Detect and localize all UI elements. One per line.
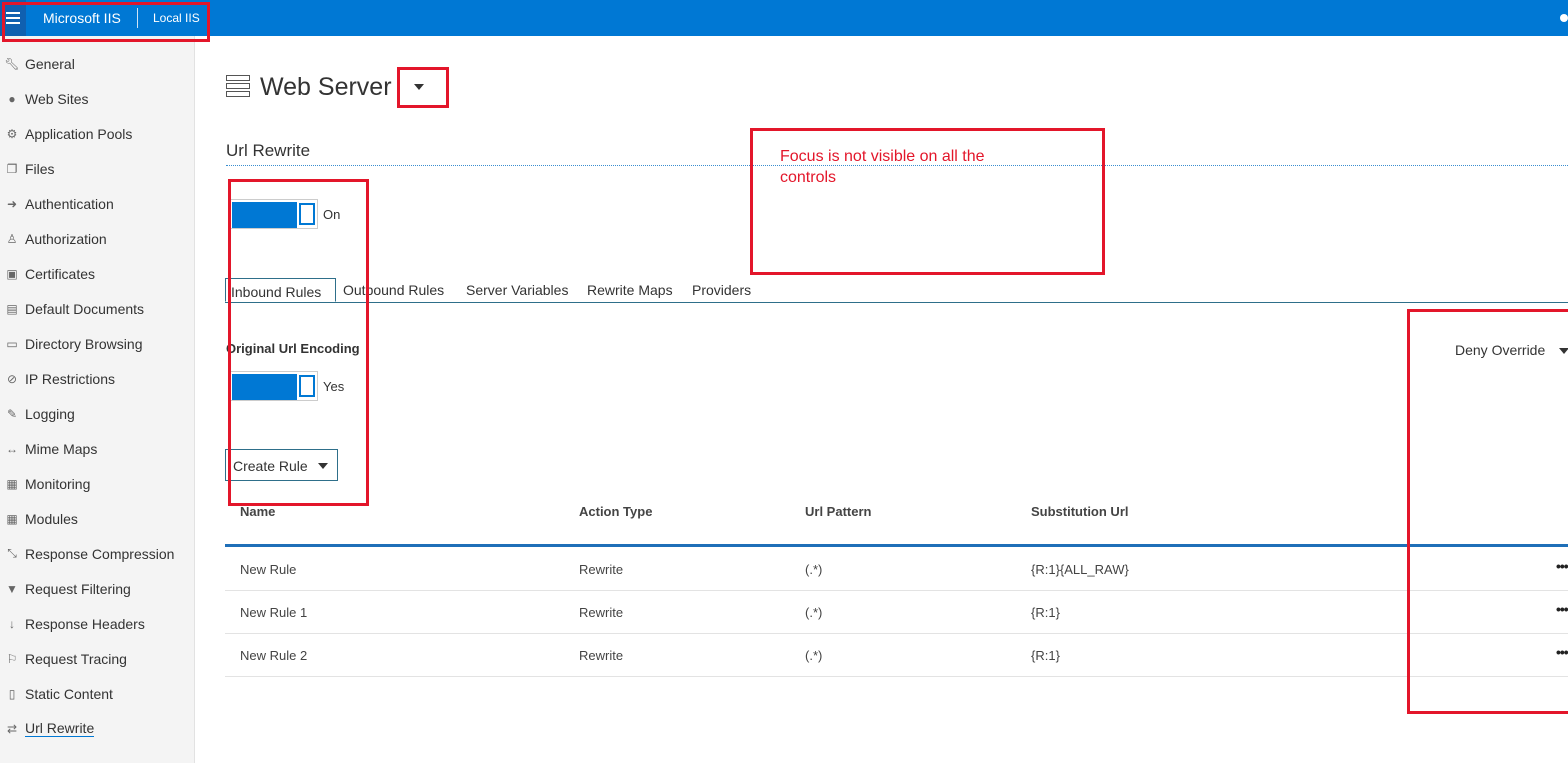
sign-in-icon: ➜ bbox=[6, 196, 18, 211]
sidebar-item-label: Response Headers bbox=[25, 615, 145, 632]
annotation-box-title-dropdown bbox=[397, 67, 449, 108]
annotation-box-controls bbox=[228, 179, 369, 506]
annotation-note-text: Focus is not visible on all the controls bbox=[780, 148, 985, 186]
files-icon: ❐ bbox=[6, 161, 18, 176]
sidebar-item-label: Files bbox=[25, 160, 55, 177]
sidebar-item-certificates[interactable]: ▣ Certificates bbox=[0, 256, 194, 291]
rule-substitution-url: {R:1}{ALL_RAW} bbox=[1031, 562, 1129, 577]
globe-icon: ● bbox=[8, 91, 16, 106]
sidebar: 🔧︎ General ● Web Sites ⚙ Application Poo… bbox=[0, 36, 195, 763]
sidebar-item-authorization[interactable]: ♙ Authorization bbox=[0, 221, 194, 256]
grid-icon: ▦ bbox=[6, 511, 18, 526]
annotation-box-topbar bbox=[2, 2, 210, 42]
tab-server-variables[interactable]: Server Variables bbox=[466, 282, 568, 298]
sidebar-item-label: IP Restrictions bbox=[25, 370, 115, 387]
sidebar-item-label: Modules bbox=[25, 510, 78, 527]
rule-name: New Rule 1 bbox=[240, 605, 308, 620]
top-bar: Microsoft IIS Local IIS bbox=[0, 0, 1568, 36]
table-row[interactable]: New Rule 2 Rewrite (.*) {R:1} ••• bbox=[225, 634, 1568, 677]
server-icon-bar bbox=[226, 75, 250, 81]
table-row[interactable]: New Rule Rewrite (.*) {R:1}{ALL_RAW} ••• bbox=[225, 548, 1568, 591]
rule-name: New Rule 2 bbox=[240, 648, 308, 663]
tab-rewrite-maps[interactable]: Rewrite Maps bbox=[587, 282, 673, 298]
file-icon: ▯ bbox=[8, 686, 16, 701]
server-icon bbox=[226, 75, 250, 97]
rule-substitution-url: {R:1} bbox=[1031, 648, 1060, 663]
sidebar-item-mime-maps[interactable]: ↔ Mime Maps bbox=[0, 431, 194, 466]
sidebar-item-directory-browsing[interactable]: ▭ Directory Browsing bbox=[0, 326, 194, 361]
sidebar-item-authentication[interactable]: ➜ Authentication bbox=[0, 186, 194, 221]
sidebar-item-label: Logging bbox=[25, 405, 75, 422]
sidebar-item-label: Request Tracing bbox=[25, 650, 127, 667]
sidebar-item-label: Directory Browsing bbox=[25, 335, 143, 352]
rule-action-type: Rewrite bbox=[579, 648, 624, 663]
sidebar-item-label: Response Compression bbox=[25, 545, 175, 562]
rule-action-type: Rewrite bbox=[579, 562, 624, 577]
rule-action-type: Rewrite bbox=[579, 605, 624, 620]
sidebar-item-general[interactable]: 🔧︎ General bbox=[0, 46, 194, 81]
exchange-icon: ⇄ bbox=[6, 721, 18, 736]
gears-icon: ⚙ bbox=[6, 126, 18, 141]
column-header-url-pattern[interactable]: Url Pattern bbox=[805, 504, 871, 519]
sidebar-item-label: Request Filtering bbox=[25, 580, 131, 597]
section-title: Url Rewrite bbox=[226, 141, 311, 160]
server-icon-bar bbox=[226, 91, 250, 97]
briefcase-icon: ▦ bbox=[6, 476, 18, 491]
sidebar-item-web-sites[interactable]: ● Web Sites bbox=[0, 81, 194, 116]
sidebar-item-response-headers[interactable]: ↓ Response Headers bbox=[0, 606, 194, 641]
settings-icon[interactable] bbox=[1560, 14, 1568, 22]
annotation-box-right-controls bbox=[1407, 309, 1568, 714]
lock-icon: ▣ bbox=[6, 266, 18, 281]
document-icon: ▤ bbox=[6, 301, 18, 316]
rule-substitution-url: {R:1} bbox=[1031, 605, 1060, 620]
sidebar-item-ip-restrictions[interactable]: ⊘ IP Restrictions bbox=[0, 361, 194, 396]
sidebar-item-logging[interactable]: ✎ Logging bbox=[0, 396, 194, 431]
rule-url-pattern: (.*) bbox=[805, 605, 823, 620]
sidebar-item-modules[interactable]: ▦ Modules bbox=[0, 501, 194, 536]
sidebar-item-request-tracing[interactable]: ⚐ Request Tracing bbox=[0, 641, 194, 676]
sidebar-item-response-compression[interactable]: ⤡ Response Compression bbox=[0, 536, 194, 571]
sidebar-item-url-rewrite[interactable]: ⇄ Url Rewrite bbox=[0, 711, 194, 746]
sidebar-item-label: Application Pools bbox=[25, 125, 133, 142]
column-header-action-type[interactable]: Action Type bbox=[579, 504, 652, 519]
rule-url-pattern: (.*) bbox=[805, 562, 823, 577]
page-title: Web Server bbox=[260, 73, 392, 101]
arrow-down-icon: ↓ bbox=[9, 616, 15, 631]
column-header-substitution-url[interactable]: Substitution Url bbox=[1031, 504, 1129, 519]
rule-url-pattern: (.*) bbox=[805, 648, 823, 663]
rule-name: New Rule bbox=[240, 562, 297, 577]
compress-icon: ⤡ bbox=[7, 546, 17, 560]
filter-icon: ▼ bbox=[6, 581, 18, 596]
flag-icon: ⚐ bbox=[6, 651, 18, 666]
sidebar-item-label: Monitoring bbox=[25, 475, 91, 492]
sidebar-item-application-pools[interactable]: ⚙ Application Pools bbox=[0, 116, 194, 151]
sidebar-item-label: General bbox=[25, 55, 75, 72]
sidebar-item-monitoring[interactable]: ▦ Monitoring bbox=[0, 466, 194, 501]
sidebar-item-label: Web Sites bbox=[25, 90, 89, 107]
sidebar-item-label: Url Rewrite bbox=[25, 720, 95, 737]
sidebar-item-label: Mime Maps bbox=[25, 440, 98, 457]
wrench-icon: 🔧︎ bbox=[4, 56, 20, 71]
sidebar-item-static-content[interactable]: ▯ Static Content bbox=[0, 676, 194, 711]
table-row[interactable]: New Rule 1 Rewrite (.*) {R:1} ••• bbox=[225, 591, 1568, 634]
server-icon-bar bbox=[226, 83, 250, 89]
column-header-name[interactable]: Name bbox=[240, 504, 275, 519]
sidebar-item-label: Authorization bbox=[25, 230, 107, 247]
sidebar-item-request-filtering[interactable]: ▼ Request Filtering bbox=[0, 571, 194, 606]
sidebar-item-label: Certificates bbox=[25, 265, 96, 282]
sidebar-item-label: Default Documents bbox=[25, 300, 145, 317]
user-icon: ♙ bbox=[6, 231, 18, 246]
sidebar-item-label: Authentication bbox=[25, 195, 114, 212]
folder-icon: ▭ bbox=[6, 336, 18, 351]
pencil-icon: ✎ bbox=[6, 406, 18, 421]
sidebar-item-files[interactable]: ❐ Files bbox=[0, 151, 194, 186]
tab-providers[interactable]: Providers bbox=[692, 282, 751, 298]
table-header-divider bbox=[225, 544, 1568, 547]
ban-icon: ⊘ bbox=[6, 371, 18, 386]
sidebar-item-default-documents[interactable]: ▤ Default Documents bbox=[0, 291, 194, 326]
sidebar-item-label: Static Content bbox=[25, 685, 113, 702]
arrows-horizontal-icon: ↔ bbox=[6, 441, 18, 456]
tabs-divider bbox=[225, 302, 1568, 303]
